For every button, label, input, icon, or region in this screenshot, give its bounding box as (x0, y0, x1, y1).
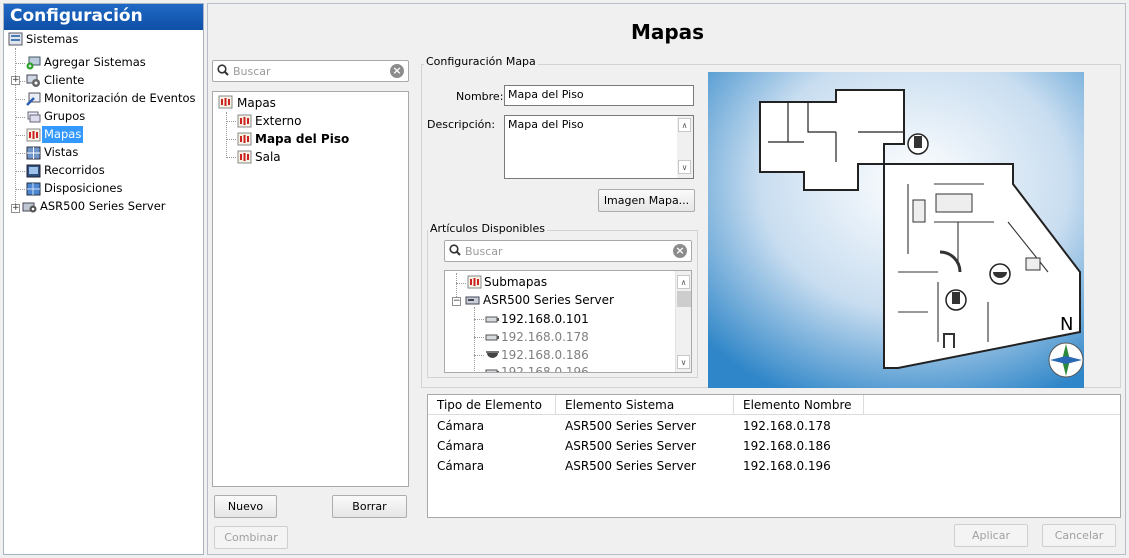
map-tree: Mapas Externo Mapa del Piso Sala (212, 91, 409, 487)
table-cell[interactable]: 192.168.0.196 (743, 459, 831, 473)
main-panel: Mapas Buscar × Mapas Externo Mapa del Pi… (207, 3, 1126, 555)
map-icon (26, 128, 41, 142)
name-field[interactable]: Mapa del Piso (504, 85, 694, 106)
map-search-placeholder: Buscar (233, 65, 271, 78)
camera-box-icon (485, 316, 499, 323)
description-field[interactable]: Mapa del Piso ∧ ∨ (504, 115, 694, 179)
event-monitor-icon (26, 92, 41, 106)
map-elements-table: Tipo de Elemento Elemento Sistema Elemen… (427, 394, 1121, 518)
camera-box-icon (485, 334, 499, 341)
map-icon (237, 114, 252, 128)
cancel-button[interactable]: Cancelar (1042, 524, 1116, 547)
map-tree-item-mapa-del-piso[interactable]: Mapa del Piso (255, 131, 349, 148)
nav-item-cliente[interactable]: Cliente (42, 72, 86, 89)
map-tree-root[interactable]: Mapas (237, 95, 276, 112)
tours-icon (26, 164, 41, 178)
nav-header: Configuración (4, 4, 203, 30)
clear-items-search-icon[interactable]: × (673, 244, 687, 258)
available-item-ip-196[interactable]: 192.168.0.196 (501, 364, 589, 372)
groups-icon (27, 111, 41, 123)
available-items-tree: Submapas − ASR500 Series Server 192.168.… (444, 270, 692, 373)
apply-button[interactable]: Aplicar (954, 524, 1028, 547)
available-item-ip-101[interactable]: 192.168.0.101 (501, 311, 589, 328)
search-icon (449, 244, 461, 256)
table-head-filler (864, 395, 1120, 415)
combine-button[interactable]: Combinar (214, 526, 288, 549)
systems-icon (8, 32, 23, 46)
available-item-ip-178[interactable]: 192.168.0.178 (501, 329, 589, 346)
layouts-icon (26, 182, 41, 196)
floor-plan-image (708, 72, 1084, 388)
description-label: Descripción: (427, 118, 496, 131)
table-cell[interactable]: Cámara (437, 459, 484, 473)
description-scrollbar[interactable]: ∧ ∨ (677, 116, 693, 178)
map-tree-item-externo[interactable]: Externo (255, 113, 301, 130)
nav-item-mapas[interactable]: Mapas (42, 126, 84, 143)
page-title: Mapas (630, 20, 705, 44)
map-icon (218, 95, 233, 109)
search-icon (217, 64, 229, 76)
config-map-group-label: Configuración Mapa (424, 55, 538, 68)
clear-search-icon[interactable]: × (390, 64, 404, 78)
scroll-down-icon[interactable]: ∨ (677, 355, 690, 369)
camera-box-icon (485, 369, 499, 372)
col-elemento-sistema[interactable]: Elemento Sistema (556, 395, 734, 415)
description-text: Mapa del Piso (508, 118, 584, 131)
nav-item-agregar-sistemas[interactable]: Agregar Sistemas (42, 54, 148, 71)
nav-item-sistemas[interactable]: Sistemas (24, 31, 80, 48)
expand-cliente-icon[interactable]: + (11, 76, 20, 85)
submaps-icon (467, 275, 482, 289)
map-tree-item-sala[interactable]: Sala (255, 149, 281, 166)
config-nav-panel: Configuración Sistemas Agregar Sistemas … (3, 3, 204, 555)
map-icon (237, 132, 252, 146)
map-search-input[interactable]: Buscar × (212, 60, 409, 82)
camera-dome-icon (486, 351, 499, 358)
expand-server-icon[interactable]: + (11, 204, 20, 213)
compass-north-label: N (1060, 314, 1074, 335)
col-tipo-elemento[interactable]: Tipo de Elemento (428, 395, 556, 415)
views-icon (26, 146, 41, 160)
map-image-button[interactable]: Imagen Mapa... (598, 189, 695, 212)
table-cell[interactable]: 192.168.0.178 (743, 419, 831, 433)
available-item-submapas[interactable]: Submapas (484, 274, 547, 291)
table-cell[interactable]: 192.168.0.186 (743, 439, 831, 453)
name-label: Nombre: (456, 90, 504, 103)
nav-item-grupos[interactable]: Grupos (42, 108, 87, 125)
available-item-ip-186[interactable]: 192.168.0.186 (501, 347, 589, 364)
col-elemento-nombre[interactable]: Elemento Nombre (734, 395, 864, 415)
collapse-server-icon[interactable]: − (452, 297, 461, 306)
delete-button[interactable]: Borrar (332, 495, 407, 518)
items-search-input[interactable]: Buscar × (444, 240, 692, 262)
server-icon (22, 202, 37, 213)
table-cell[interactable]: ASR500 Series Server (565, 419, 696, 433)
table-cell[interactable]: ASR500 Series Server (565, 439, 696, 453)
add-systems-icon (26, 56, 41, 70)
nav-item-monitorizacion[interactable]: Monitorización de Eventos (42, 90, 198, 107)
table-cell[interactable]: Cámara (437, 439, 484, 453)
table-cell[interactable]: Cámara (437, 419, 484, 433)
items-search-placeholder: Buscar (465, 245, 503, 258)
table-cell[interactable]: ASR500 Series Server (565, 459, 696, 473)
available-items-scrollbar[interactable]: ∧ ∨ (675, 271, 691, 372)
new-button[interactable]: Nuevo (214, 495, 277, 518)
map-icon (237, 150, 252, 164)
scroll-thumb[interactable] (677, 291, 691, 307)
server-icon (465, 296, 480, 305)
nav-item-vistas[interactable]: Vistas (42, 144, 80, 161)
nav-item-disposiciones[interactable]: Disposiciones (42, 180, 124, 197)
map-preview[interactable]: N (708, 72, 1084, 388)
nav-item-recorridos[interactable]: Recorridos (42, 162, 107, 179)
scroll-up-icon[interactable]: ∧ (677, 275, 690, 289)
client-gear-icon (26, 74, 40, 87)
scroll-up-icon[interactable]: ∧ (678, 118, 691, 132)
available-items-label: Artículos Disponibles (428, 222, 547, 235)
nav-item-asr500[interactable]: ASR500 Series Server (38, 198, 168, 215)
available-item-server[interactable]: ASR500 Series Server (483, 292, 614, 309)
scroll-down-icon[interactable]: ∨ (678, 160, 691, 174)
